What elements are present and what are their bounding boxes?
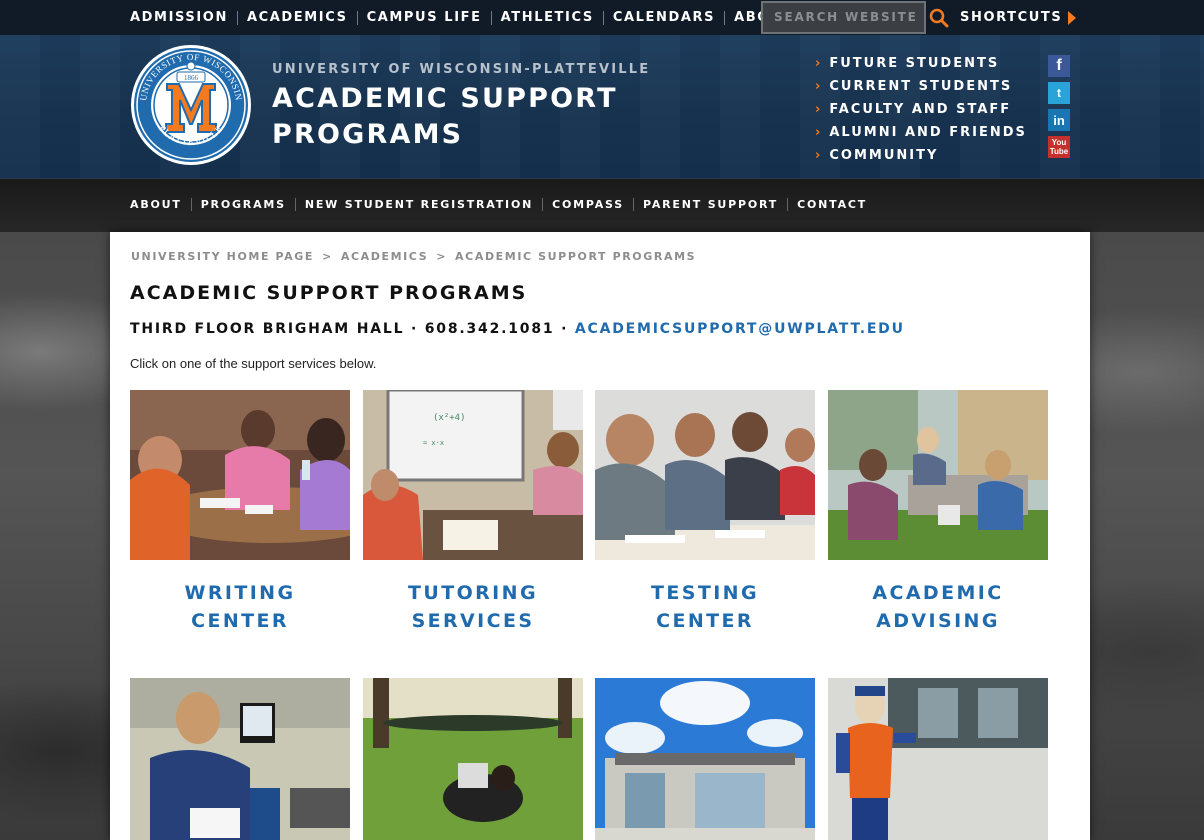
audience-label: COMMUNITY [829,148,939,163]
audience-nav: › FUTURE STUDENTS › CURRENT STUDENTS › FACU… [815,52,1027,167]
shortcuts-menu[interactable]: SHORTCUTS [960,10,1077,25]
testing-center-link[interactable]: TESTING CENTER [595,579,815,635]
chevron-right-icon: › [815,102,823,117]
mainnav-contact[interactable]: CONTACT [787,198,876,211]
contact-line: THIRD FLOOR BRIGHAM HALL · 608.342.1081 … [130,321,905,337]
chevron-right-icon: › [815,79,823,94]
linkedin-icon[interactable]: in [1048,109,1070,131]
audience-label: FUTURE STUDENTS [829,56,1000,71]
top-utility-bar: ADMISSION ACADEMICS CAMPUS LIFE ATHLETIC… [0,0,1204,35]
site-title-line1: ACADEMIC SUPPORT [272,83,618,114]
tile-academic-advising[interactable]: ACADEMIC ADVISING [828,390,1048,635]
writing-center-link[interactable]: WRITING CENTER [130,579,350,635]
chevron-right-icon: › [815,148,823,163]
tile-label-line2: SERVICES [411,610,535,632]
tile-row2-building-photo[interactable] [595,678,815,840]
breadcrumb-current[interactable]: ACADEMIC SUPPORT PROGRAMS [455,250,696,263]
audience-future-students[interactable]: › FUTURE STUDENTS [815,52,1027,75]
mascot-photo[interactable] [828,678,1048,840]
audience-current-students[interactable]: › CURRENT STUDENTS [815,75,1027,98]
students-outdoors-photo[interactable] [363,678,583,840]
youtube-icon[interactable]: You Tube [1048,136,1070,158]
tile-row2-outdoor-photo[interactable] [363,678,583,840]
svg-text:= x·x: = x·x [423,439,444,447]
breadcrumb-separator: > [436,250,448,263]
chevron-right-icon: › [815,56,823,71]
top-nav: ADMISSION ACADEMICS CAMPUS LIFE ATHLETIC… [130,0,802,35]
audience-label: CURRENT STUDENTS [829,79,1013,94]
facebook-icon[interactable]: f [1048,55,1070,77]
contact-text: THIRD FLOOR BRIGHAM HALL · 608.342.1081 … [130,321,575,337]
tile-row2-mascot-photo[interactable] [828,678,1048,840]
mainnav-about[interactable]: ABOUT [130,198,191,211]
tile-label-line1: TUTORING [408,582,538,604]
topnav-calendars[interactable]: CALENDARS [602,10,724,25]
caret-right-icon [1068,10,1077,25]
audience-alumni-and-friends[interactable]: › ALUMNI AND FRIENDS [815,121,1027,144]
mainnav-compass[interactable]: COMPASS [542,198,633,211]
tile-writing-center[interactable]: WRITING CENTER [130,390,390,635]
audience-label: FACULTY AND STAFF [829,102,1012,117]
breadcrumb-academics[interactable]: ACADEMICS [341,250,428,263]
twitter-icon[interactable]: t [1048,82,1070,104]
chevron-right-icon: › [815,125,823,140]
tile-tutoring-services[interactable]: (x²+4) = x·x TUTORING SERVICES [363,388,583,635]
tile-label-line2: CENTER [191,610,289,632]
university-seal-logo[interactable]: 1866 UNIVERSITY OF WISCONSIN PLATTEVILLE [130,44,252,166]
tile-label-line2: CENTER [656,610,754,632]
student-studying-photo[interactable] [130,678,350,840]
tutoring-services-link[interactable]: TUTORING SERVICES [363,579,583,635]
intro-text: Click on one of the support services bel… [130,356,377,371]
svg-text:(x²+4): (x²+4) [433,413,466,423]
tile-row2-study-photo[interactable] [130,678,350,840]
main-nav: ABOUT PROGRAMS NEW STUDENT REGISTRATION … [0,178,1204,232]
contact-email-link[interactable]: ACADEMICSUPPORT@UWPLATT.EDU [575,321,905,337]
social-links: f t in You Tube [1048,55,1070,163]
tile-label-line2: ADVISING [876,610,1000,632]
content-card: UNIVERSITY HOME PAGE > ACADEMICS > ACADE… [110,232,1090,840]
tutoring-services-photo[interactable]: (x²+4) = x·x [363,388,583,560]
seal-year: 1866 [184,74,199,82]
topnav-athletics[interactable]: ATHLETICS [490,10,603,25]
site-title[interactable]: ACADEMIC SUPPORT PROGRAMS [272,81,652,153]
site-header: 1866 UNIVERSITY OF WISCONSIN PLATTEVILLE… [0,35,1204,178]
shortcuts-label: SHORTCUTS [960,10,1063,25]
breadcrumb-home[interactable]: UNIVERSITY HOME PAGE [131,250,314,263]
tile-label-line1: TESTING [651,582,759,604]
testing-center-photo[interactable] [595,390,815,560]
topnav-academics[interactable]: ACADEMICS [236,10,357,25]
search-icon[interactable] [929,8,949,28]
campus-building-photo[interactable] [595,678,815,840]
academic-advising-link[interactable]: ACADEMIC ADVISING [828,579,1048,635]
tile-label-line1: ACADEMIC [872,582,1004,604]
site-title-line2: PROGRAMS [272,119,464,150]
mainnav-parent-support[interactable]: PARENT SUPPORT [633,198,787,211]
topnav-campus-life[interactable]: CAMPUS LIFE [356,10,491,25]
breadcrumb-separator: > [322,250,333,263]
audience-community[interactable]: › COMMUNITY [815,144,1027,167]
page-title: ACADEMIC SUPPORT PROGRAMS [130,282,528,304]
topnav-admission[interactable]: ADMISSION [130,10,237,25]
tile-testing-center[interactable]: TESTING CENTER [595,390,815,635]
mainnav-new-student-registration[interactable]: NEW STUDENT REGISTRATION [294,198,542,211]
tile-label-line1: WRITING [184,582,296,604]
site-subtitle[interactable]: UNIVERSITY OF WISCONSIN-PLATTEVILLE [272,62,650,77]
breadcrumb: UNIVERSITY HOME PAGE > ACADEMICS > ACADE… [131,250,696,263]
mainnav-programs[interactable]: PROGRAMS [190,198,295,211]
search-input[interactable]: SEARCH WEBSITE [761,1,926,34]
academic-advising-photo[interactable] [828,390,1048,560]
writing-center-photo[interactable] [130,390,390,560]
audience-faculty-and-staff[interactable]: › FACULTY AND STAFF [815,98,1027,121]
audience-label: ALUMNI AND FRIENDS [829,125,1027,140]
